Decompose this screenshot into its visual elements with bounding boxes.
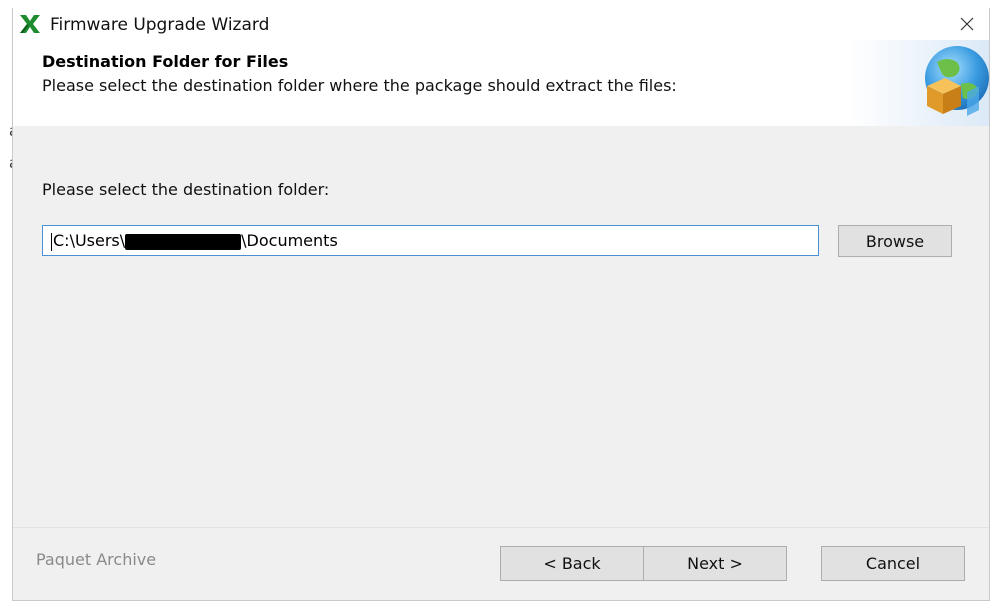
cancel-button[interactable]: Cancel bbox=[821, 546, 965, 581]
title-bar[interactable]: Firmware Upgrade Wizard bbox=[13, 8, 989, 40]
browse-button[interactable]: Browse bbox=[838, 225, 952, 257]
next-button[interactable]: Next > bbox=[643, 546, 787, 581]
page-subtitle: Please select the destination folder whe… bbox=[42, 76, 677, 95]
globe-box-icon bbox=[849, 40, 989, 126]
close-button[interactable] bbox=[945, 8, 989, 40]
wizard-window: Firmware Upgrade Wizard Destination Fold… bbox=[12, 8, 990, 601]
destination-folder-label: Please select the destination folder: bbox=[42, 180, 330, 199]
path-suffix: \Documents bbox=[241, 231, 338, 250]
path-prefix: C:\Users\ bbox=[53, 231, 126, 250]
redacted-username bbox=[125, 233, 242, 250]
window-title: Firmware Upgrade Wizard bbox=[50, 15, 270, 35]
footer-brand-label: Paquet Archive bbox=[36, 550, 157, 569]
wizard-content: Please select the destination folder: C:… bbox=[13, 126, 989, 526]
footer-divider bbox=[13, 527, 989, 528]
back-button[interactable]: < Back bbox=[500, 546, 644, 581]
background-app-edge: a a bbox=[0, 0, 18, 602]
wizard-header: Destination Folder for Files Please sele… bbox=[13, 40, 989, 126]
text-caret bbox=[51, 232, 52, 251]
app-logo-icon bbox=[18, 13, 42, 35]
page-title: Destination Folder for Files bbox=[42, 52, 289, 71]
destination-path-input[interactable]: C:\Users\ \Documents bbox=[42, 225, 819, 256]
close-icon bbox=[960, 17, 974, 31]
